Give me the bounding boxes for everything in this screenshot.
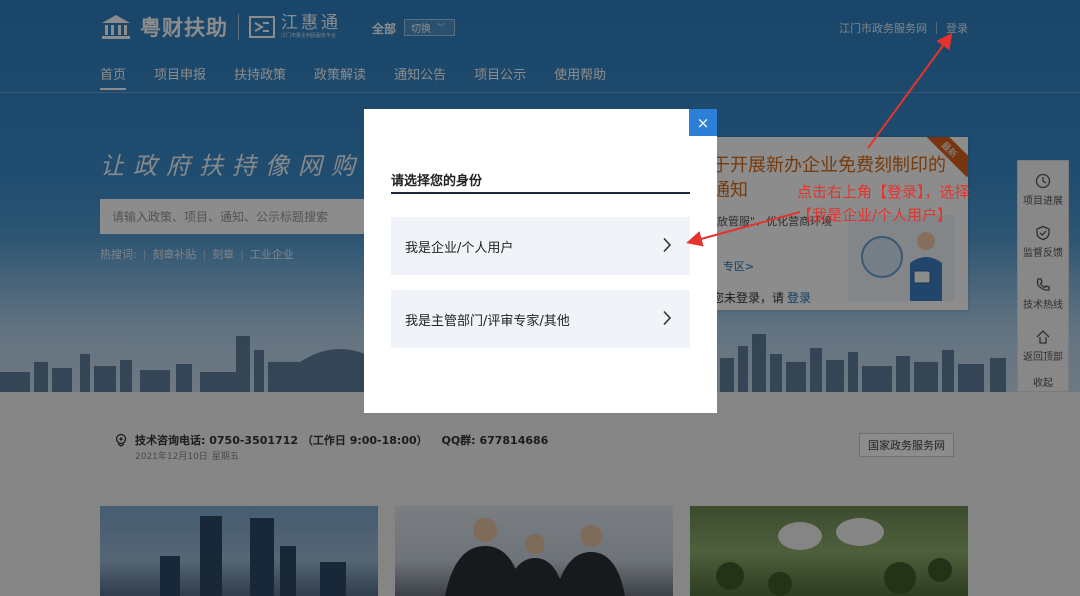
option-authority-expert-other[interactable]: 我是主管部门/评审专家/其他: [391, 290, 690, 348]
option-enterprise-individual-user[interactable]: 我是企业/个人用户: [391, 217, 690, 275]
annotation-line-1: 点击右上角【登录】，选择: [797, 183, 970, 201]
annotation-instruction: 点击右上角【登录】，选择 【我是企业/个人用户】: [797, 181, 1017, 227]
identity-select-dialog: × 请选择您的身份 我是企业/个人用户 我是主管部门/评审专家/其他: [364, 109, 717, 413]
option-label: 我是主管部门/评审专家/其他: [405, 313, 570, 329]
chevron-right-icon: [663, 310, 672, 326]
dialog-title: 请选择您的身份: [391, 174, 483, 189]
close-button[interactable]: ×: [689, 109, 717, 136]
close-icon: ×: [696, 113, 710, 132]
option-label: 我是企业/个人用户: [405, 240, 514, 256]
chevron-right-icon: [663, 237, 672, 253]
dialog-title-underline: [391, 192, 690, 194]
annotation-line-2: 【我是企业/个人用户】: [797, 206, 953, 224]
